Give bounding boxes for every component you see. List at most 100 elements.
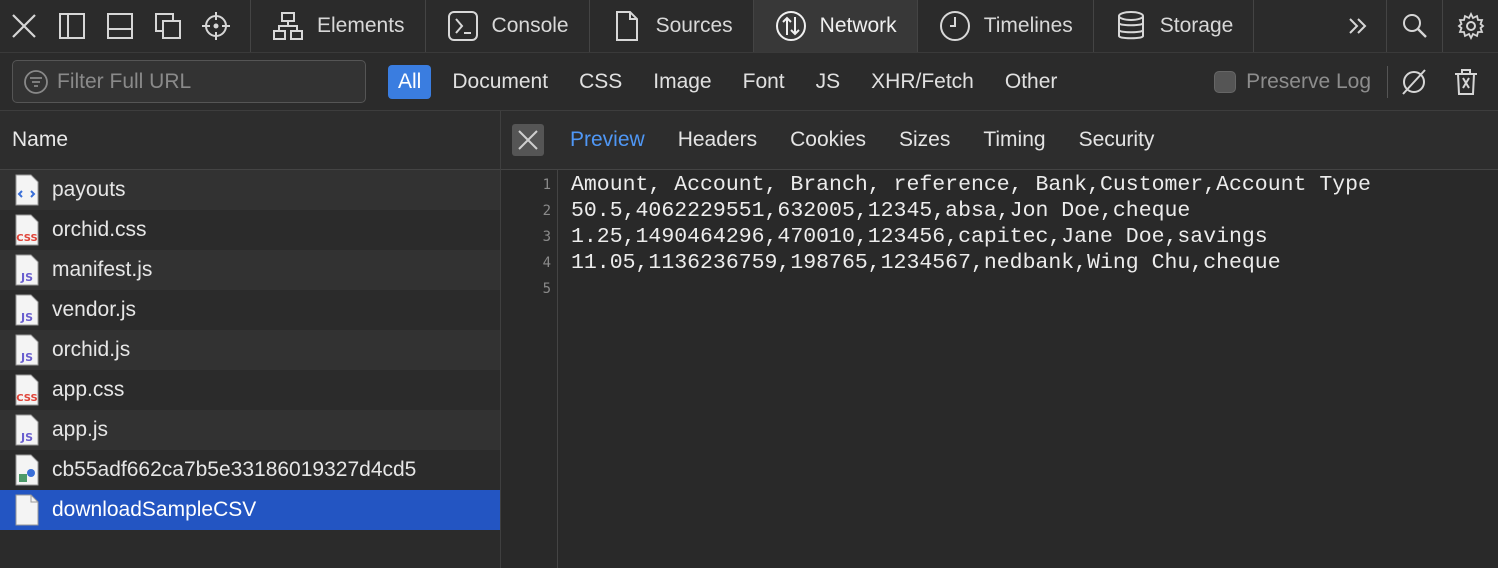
more-tabs-icon [1349,18,1367,34]
css-file-icon: CSS [14,214,40,246]
type-filter-js[interactable]: JS [806,65,851,99]
tab-network-label: Network [819,14,897,37]
tab-elements-label: Elements [317,14,405,37]
tab-storage[interactable]: Storage [1094,0,1255,52]
timelines-icon [939,11,970,41]
resource-type-filters: All Document CSS Image Font JS XHR/Fetch… [388,64,1078,99]
undock-button[interactable] [144,0,192,52]
detail-tab-headers[interactable]: Headers [678,128,757,152]
tab-sources[interactable]: Sources [590,0,754,52]
detail-tab-sizes[interactable]: Sizes [899,128,950,152]
generic-file-icon [14,494,40,526]
type-filter-all[interactable]: All [388,64,432,99]
filter-icon [24,69,48,94]
elements-icon [273,12,303,40]
request-name: app.css [52,378,125,401]
type-filter-css[interactable]: CSS [569,65,632,99]
close-icon [518,130,538,150]
request-name: manifest.js [52,258,153,281]
svg-text:CSS: CSS [16,393,37,404]
type-filter-xhr-fetch[interactable]: XHR/Fetch [861,65,984,99]
line-number: 5 [542,281,551,297]
inspect-icon [202,12,230,40]
console-icon [447,11,478,41]
request-row[interactable]: JS orchid.js [0,330,500,370]
detail-tab-security[interactable]: Security [1079,128,1155,152]
request-detail: Preview Headers Cookies Sizes Timing Sec… [501,111,1498,568]
svg-text:JS: JS [20,351,33,364]
line-number: 2 [542,203,551,219]
line-number: 3 [542,229,551,245]
request-row[interactable]: CSS app.css [0,370,500,410]
tab-timelines[interactable]: Timelines [918,0,1094,52]
tab-console-label: Console [491,14,569,37]
detail-tab-cookies[interactable]: Cookies [790,128,866,152]
search-icon [1402,14,1427,38]
filter-url-field[interactable] [12,60,366,103]
preview-content[interactable]: 1 2 3 4 5 Amount, Account, Branch, refer… [501,170,1498,568]
close-devtools-button[interactable] [0,0,48,52]
preserve-log-toggle[interactable]: Preserve Log [1214,70,1371,94]
request-row[interactable]: cb55adf662ca7b5e33186019327d4cd5 [0,450,500,490]
network-icon [775,11,806,41]
detail-tabs: Preview Headers Cookies Sizes Timing Sec… [501,111,1498,170]
detail-tab-timing[interactable]: Timing [983,128,1045,152]
dock-left-button[interactable] [48,0,96,52]
dock-bottom-button[interactable] [96,0,144,52]
request-row[interactable]: CSS orchid.css [0,210,500,250]
name-column-header[interactable]: Name [0,111,500,170]
close-detail-button[interactable] [512,124,544,156]
devtools-toolbar: Elements Console Sources Network Timelin… [0,0,1498,53]
search-button[interactable] [1386,0,1442,52]
css-file-icon: CSS [14,374,40,406]
tab-timelines-label: Timelines [983,14,1073,37]
dock-left-icon [59,13,85,39]
tab-storage-label: Storage [1159,14,1234,37]
request-name: orchid.js [52,338,131,361]
request-row[interactable]: JS vendor.js [0,290,500,330]
request-row[interactable]: payouts [0,170,500,210]
detail-tab-preview[interactable]: Preview [570,128,645,152]
disable-cache-button[interactable] [1388,67,1440,97]
clear-log-button[interactable] [1440,67,1492,97]
more-tabs-button[interactable] [1330,0,1386,52]
line-number: 1 [542,177,551,193]
request-row[interactable]: downloadSampleCSV [0,490,500,530]
image-file-icon [14,454,40,486]
settings-button[interactable] [1442,0,1498,52]
name-column-label: Name [12,128,69,151]
js-file-icon: JS [14,334,40,366]
request-row[interactable]: JS app.js [0,410,500,450]
disable-cache-icon [1402,68,1426,95]
type-filter-document[interactable]: Document [442,65,558,99]
svg-text:JS: JS [20,271,33,284]
trash-icon [1455,68,1477,95]
request-rows: payouts CSS orchid.css JS manifest.js JS vendo… [0,170,500,530]
close-icon [12,14,36,38]
request-name: cb55adf662ca7b5e33186019327d4cd5 [52,458,417,481]
request-name: downloadSampleCSV [52,498,257,521]
tab-console[interactable]: Console [426,0,590,52]
tab-sources-label: Sources [655,14,733,37]
preserve-log-label: Preserve Log [1246,69,1371,93]
line-number-gutter: 1 2 3 4 5 [501,170,558,568]
preserve-log-checkbox[interactable] [1214,70,1237,93]
request-list: Name payouts CSS orchid.css JS manifest.js JS… [0,111,501,568]
inspect-button[interactable] [192,0,240,52]
request-name: app.js [52,418,109,441]
js-file-icon: JS [14,414,40,446]
svg-text:CSS: CSS [16,233,37,244]
js-file-icon: JS [14,254,40,286]
tab-network[interactable]: Network [753,0,918,52]
type-filter-font[interactable]: Font [733,65,795,99]
type-filter-other[interactable]: Other [995,65,1068,99]
network-filter-bar: All Document CSS Image Font JS XHR/Fetch… [0,53,1498,111]
filter-url-input[interactable] [57,69,347,94]
request-row[interactable]: JS manifest.js [0,250,500,290]
sources-icon [615,11,638,41]
type-filter-image[interactable]: Image [643,65,721,99]
undock-icon [155,13,181,39]
tab-elements[interactable]: Elements [251,0,426,52]
document-file-icon [14,174,40,206]
